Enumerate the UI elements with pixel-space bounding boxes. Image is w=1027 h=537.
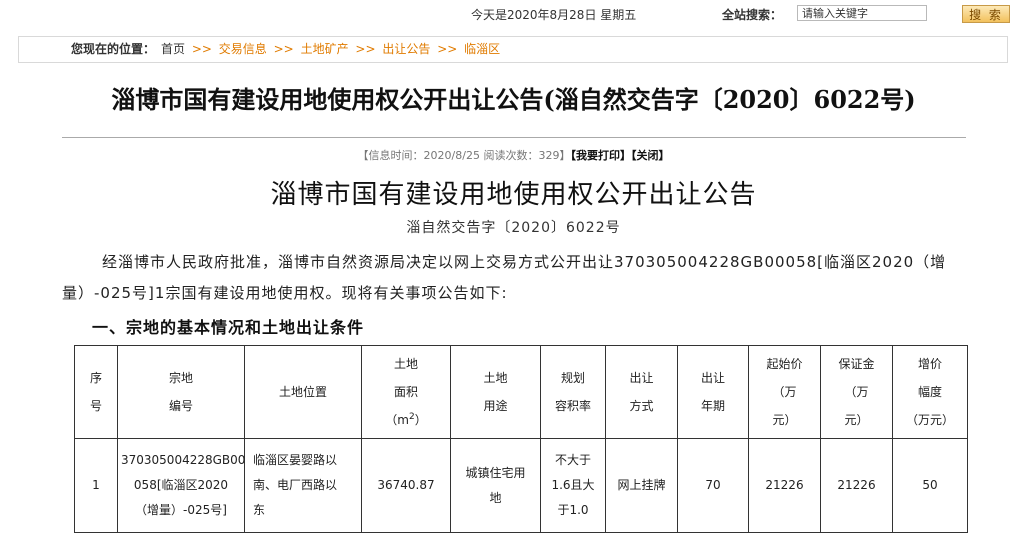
cell-plot-ratio: 不大于 1.6且大 于1.0 [540,438,606,533]
cell-land-use: 城镇住宅用地 [450,438,541,533]
table-header-row: 序号 宗地 编号 土地位置 土地 面积 （m2） 土地 用途 规划 容积率 出让 方式 出让… [74,345,968,439]
table-row: 1 370305004228GB00 058[临淄区2020 （增量）-025号] … [74,438,968,533]
breadcrumb-separator: >> [355,42,376,56]
print-link[interactable]: 【我要打印】 [570,149,631,162]
header-land-use: 土地 用途 [450,345,541,439]
cell-seq: 1 [74,438,118,533]
cell-transfer-method: 网上挂牌 [605,438,678,533]
article-meta: 【信息时间：2020/8/25 阅读次数：329】【我要打印】【关闭】 [0,147,1027,163]
cell-transfer-term: 70 [677,438,749,533]
breadcrumb-items: 首页 >> 交易信息 >> 土地矿产 >> 出让公告 >> 临淄区 [161,37,500,62]
title-divider [62,137,966,138]
document-title: 淄博市国有建设用地使用权公开出让公告 [270,180,757,210]
header-transfer-term: 出让 年期 [677,345,749,439]
header-parcel-no: 宗地 编号 [117,345,245,439]
page-title: 淄博市国有建设用地使用权公开出让公告(淄自然交告字〔2020〕6022号) [111,85,916,114]
breadcrumb-link-land-minerals[interactable]: 土地矿产 [301,42,349,56]
current-date: 今天是2020年8月28日 星期五 [471,8,637,22]
cell-area: 36740.87 [361,438,451,533]
breadcrumb: 您现在的位置： 首页 >> 交易信息 >> 土地矿产 >> 出让公告 >> 临淄… [18,36,1008,63]
breadcrumb-lead: 您现在的位置： [71,42,156,56]
cell-increment: 50 [892,438,968,533]
breadcrumb-home-link[interactable]: 首页 [161,42,185,56]
breadcrumb-separator: >> [273,42,294,56]
info-time-and-views: 【信息时间：2020/8/25 阅读次数：329】 [357,149,571,162]
breadcrumb-separator: >> [437,42,458,56]
header-location: 土地位置 [244,345,362,439]
cell-start-price: 21226 [748,438,821,533]
breadcrumb-link-notices[interactable]: 出让公告 [382,42,430,56]
breadcrumb-separator: >> [191,42,212,56]
intro-paragraph: 经淄博市人民政府批准，淄博市自然资源局决定以网上交易方式公开出让37030500… [62,253,947,302]
header-deposit: 保证金 （万 元） [820,345,893,439]
top-bar: 今天是2020年8月28日 星期五 全站搜索： 搜 索 [0,0,1027,30]
breadcrumb-link-linzi[interactable]: 临淄区 [464,42,500,56]
search-button[interactable]: 搜 索 [962,5,1010,23]
header-increment: 增价 幅度 （万元） [892,345,968,439]
section-heading: 一、宗地的基本情况和土地出让条件 [92,318,365,337]
cell-deposit: 21226 [820,438,893,533]
header-seq: 序号 [74,345,118,439]
site-search-label: 全站搜索： [722,8,783,22]
document-number: 淄自然交告字〔2020〕6022号 [406,220,621,236]
close-link[interactable]: 【关闭】 [631,149,670,162]
land-parcel-table: 序号 宗地 编号 土地位置 土地 面积 （m2） 土地 用途 规划 容积率 出让 方式 出让… [74,345,968,533]
cell-location: 临淄区晏婴路以 南、电厂西路以东 [244,438,362,533]
site-search-input[interactable] [797,5,927,21]
cell-parcel-no: 370305004228GB00 058[临淄区2020 （增量）-025号] [117,438,245,533]
header-plot-ratio: 规划 容积率 [540,345,606,439]
header-start-price: 起始价 （万 元） [748,345,821,439]
header-area: 土地 面积 （m2） [361,345,451,439]
header-transfer-method: 出让 方式 [605,345,678,439]
breadcrumb-link-trade-info[interactable]: 交易信息 [219,42,267,56]
